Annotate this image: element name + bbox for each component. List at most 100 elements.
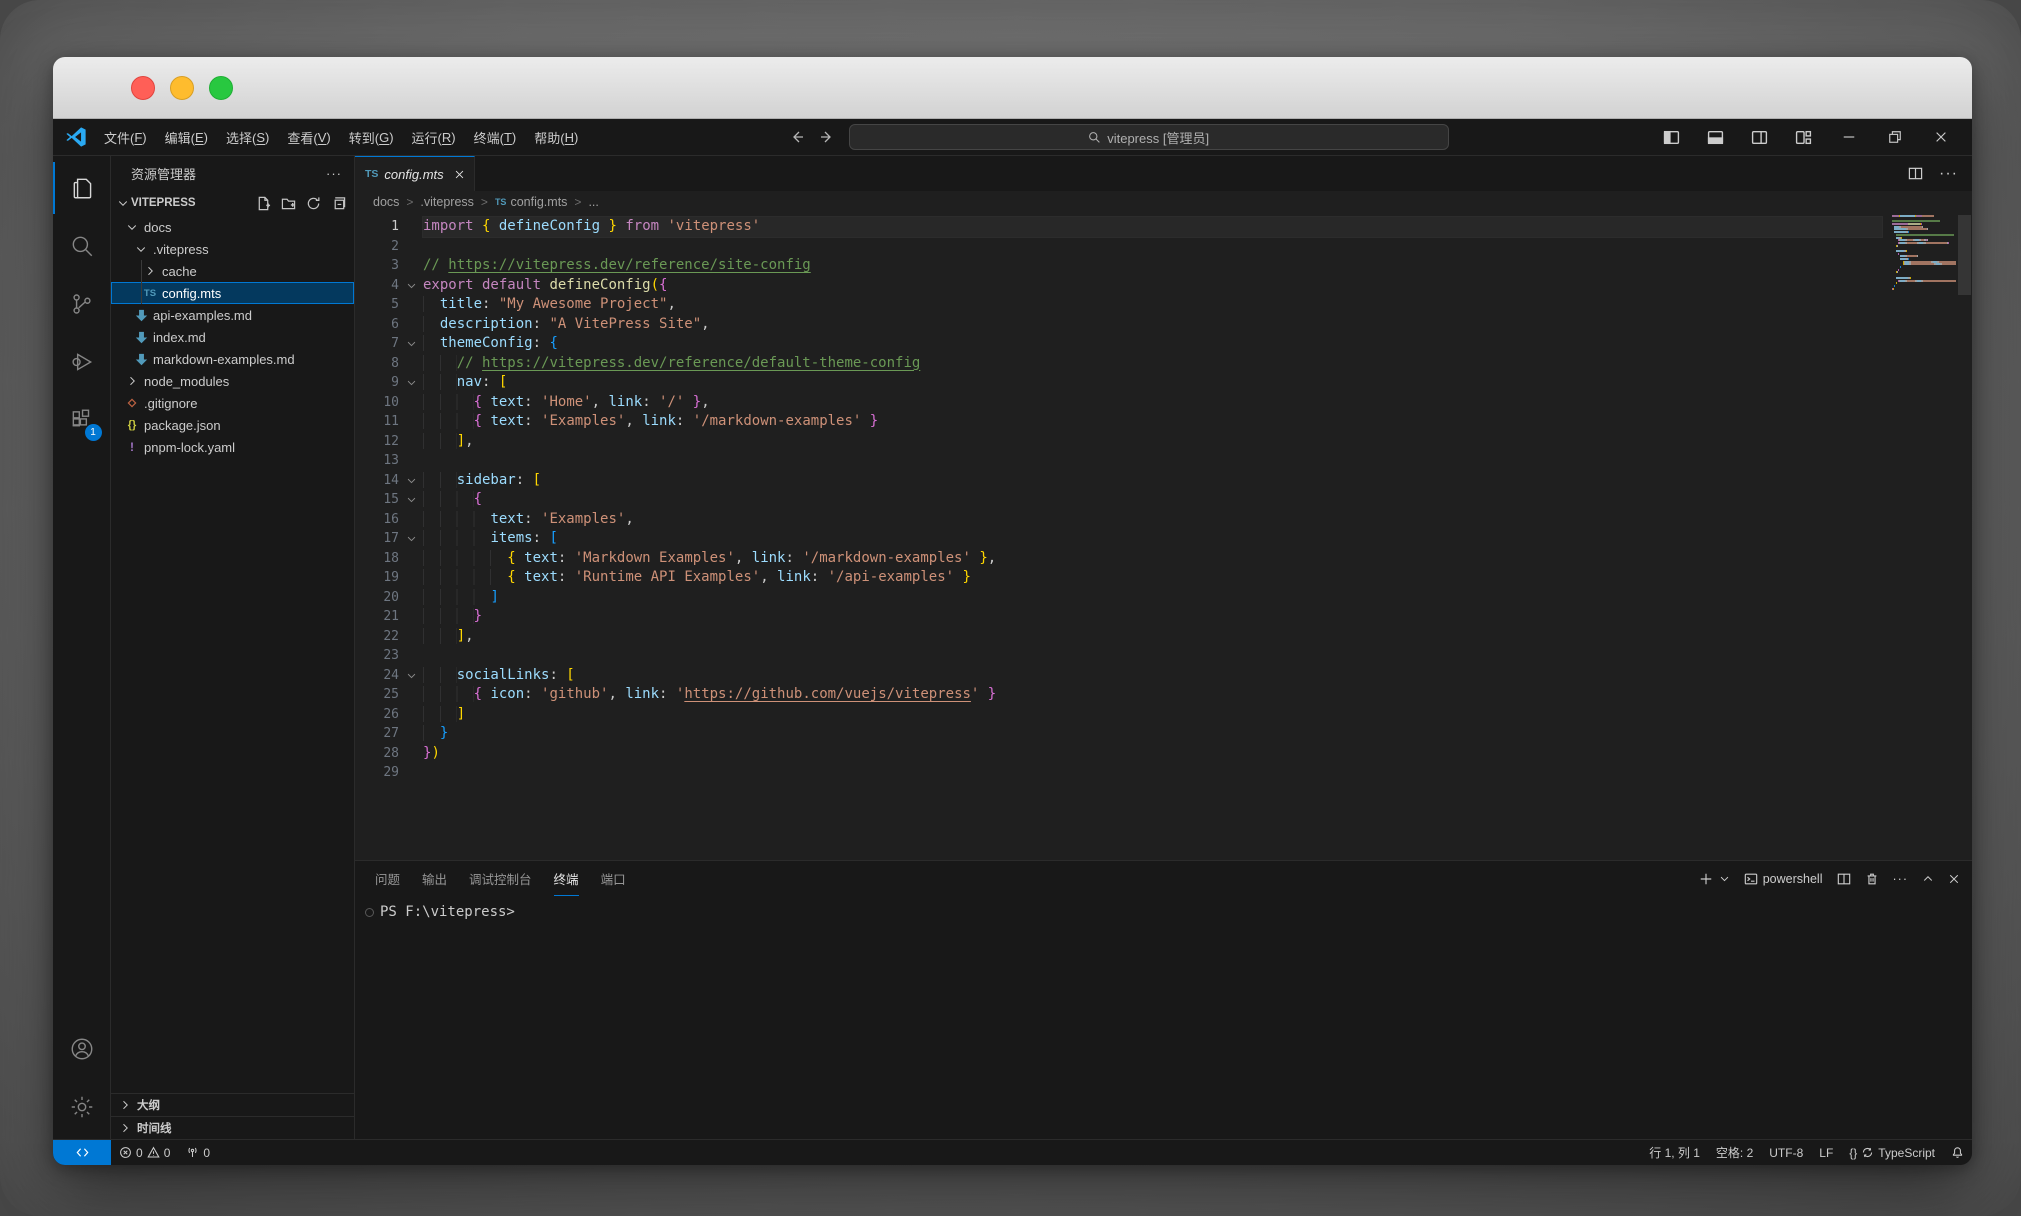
split-terminal-icon[interactable] — [1837, 872, 1851, 886]
line-number[interactable]: 20 — [355, 588, 399, 608]
tree-item-index-md[interactable]: index.md — [111, 326, 354, 348]
code-line-13[interactable]: 13 — [355, 451, 1882, 471]
breadcrumb-item[interactable]: TSconfig.mts — [495, 195, 567, 209]
problems-status[interactable]: 0 0 — [111, 1140, 178, 1165]
fold-spacer[interactable] — [399, 315, 423, 335]
line-number[interactable]: 3 — [355, 256, 399, 276]
code-line-20[interactable]: 20 ] — [355, 588, 1882, 608]
language-status[interactable]: {} TypeScript — [1841, 1140, 1943, 1165]
line-number[interactable]: 15 — [355, 490, 399, 510]
close-traffic-button[interactable] — [131, 76, 155, 100]
editor-scrollbar[interactable] — [1958, 215, 1971, 295]
code-line-10[interactable]: 10 { text: 'Home', link: '/' }, — [355, 393, 1882, 413]
forward-arrow-icon[interactable] — [819, 129, 835, 145]
tree-item-cache[interactable]: cache — [111, 260, 354, 282]
panel-tab-输出[interactable]: 输出 — [422, 861, 447, 896]
fold-spacer[interactable] — [399, 627, 423, 647]
menu-h[interactable]: 帮助(H) — [525, 119, 587, 155]
code-line-8[interactable]: 8 // https://vitepress.dev/reference/def… — [355, 354, 1882, 374]
fold-spacer[interactable] — [399, 607, 423, 627]
code-line-6[interactable]: 6 description: "A VitePress Site", — [355, 315, 1882, 335]
code-line-1[interactable]: 1import { defineConfig } from 'vitepress… — [355, 217, 1882, 237]
new-terminal-icon[interactable] — [1699, 872, 1713, 886]
breadcrumb-item[interactable]: .vitepress — [420, 195, 474, 209]
fold-chevron-icon[interactable] — [399, 334, 423, 354]
code-line-23[interactable]: 23 — [355, 646, 1882, 666]
close-panel-icon[interactable] — [1948, 873, 1960, 885]
panel-tab-问题[interactable]: 问题 — [375, 861, 400, 896]
fold-spacer[interactable] — [399, 295, 423, 315]
line-number[interactable]: 16 — [355, 510, 399, 530]
tab-config-mts[interactable]: TS config.mts — [355, 156, 475, 191]
fold-spacer[interactable] — [399, 705, 423, 725]
notifications-bell[interactable] — [1943, 1140, 1972, 1165]
line-number[interactable]: 21 — [355, 607, 399, 627]
fold-spacer[interactable] — [399, 217, 423, 237]
panel-tab-调试控制台[interactable]: 调试控制台 — [469, 861, 532, 896]
code-line-12[interactable]: 12 ], — [355, 432, 1882, 452]
fold-spacer[interactable] — [399, 646, 423, 666]
toggle-panel-icon[interactable] — [1694, 119, 1738, 156]
zoom-traffic-button[interactable] — [209, 76, 233, 100]
terminal-dropdown-icon[interactable] — [1719, 873, 1730, 884]
line-number[interactable]: 29 — [355, 763, 399, 783]
line-number[interactable]: 11 — [355, 412, 399, 432]
split-editor-icon[interactable] — [1908, 166, 1923, 181]
code-line-2[interactable]: 2 — [355, 237, 1882, 257]
menu-e[interactable]: 编辑(E) — [156, 119, 217, 155]
kill-terminal-icon[interactable] — [1865, 872, 1879, 886]
explorer-more-icon[interactable]: ··· — [326, 166, 342, 181]
breadcrumb-item[interactable]: docs — [373, 195, 399, 209]
code-line-27[interactable]: 27 } — [355, 724, 1882, 744]
powershell-terminal-item[interactable]: powershell — [1744, 872, 1823, 886]
tree-item-pnpm-lock-yaml[interactable]: !pnpm-lock.yaml — [111, 436, 354, 458]
fold-spacer[interactable] — [399, 451, 423, 471]
timeline-section[interactable]: 时间线 — [111, 1116, 354, 1139]
tree-item--gitignore[interactable]: .gitignore — [111, 392, 354, 414]
fold-spacer[interactable] — [399, 588, 423, 608]
code-line-9[interactable]: 9 nav: [ — [355, 373, 1882, 393]
line-number[interactable]: 14 — [355, 471, 399, 491]
code-line-29[interactable]: 29 — [355, 763, 1882, 783]
code-line-24[interactable]: 24 socialLinks: [ — [355, 666, 1882, 686]
fold-spacer[interactable] — [399, 744, 423, 764]
code-line-4[interactable]: 4export default defineConfig({ — [355, 276, 1882, 296]
code-line-28[interactable]: 28}) — [355, 744, 1882, 764]
panel-more-icon[interactable]: ··· — [1893, 872, 1909, 886]
line-number[interactable]: 12 — [355, 432, 399, 452]
ports-status[interactable]: 0 — [178, 1140, 218, 1165]
code-line-21[interactable]: 21 } — [355, 607, 1882, 627]
code-line-3[interactable]: 3// https://vitepress.dev/reference/site… — [355, 256, 1882, 276]
minimize-window-icon[interactable] — [1826, 119, 1872, 156]
restore-window-icon[interactable] — [1872, 119, 1918, 156]
cursor-position[interactable]: 行 1, 列 1 — [1641, 1140, 1708, 1165]
tree-item-docs[interactable]: docs — [111, 216, 354, 238]
fold-spacer[interactable] — [399, 412, 423, 432]
toggle-sidebar-icon[interactable] — [1650, 119, 1694, 156]
line-number[interactable]: 22 — [355, 627, 399, 647]
code-line-15[interactable]: 15 { — [355, 490, 1882, 510]
search-sidebar-icon[interactable] — [53, 220, 111, 272]
line-number[interactable]: 27 — [355, 724, 399, 744]
menu-g[interactable]: 转到(G) — [340, 119, 403, 155]
menu-s[interactable]: 选择(S) — [217, 119, 278, 155]
fold-spacer[interactable] — [399, 354, 423, 374]
fold-spacer[interactable] — [399, 568, 423, 588]
collapse-all-icon[interactable] — [331, 196, 346, 211]
line-number[interactable]: 1 — [355, 217, 399, 237]
fold-spacer[interactable] — [399, 510, 423, 530]
outline-section[interactable]: 大纲 — [111, 1093, 354, 1116]
run-debug-icon[interactable] — [53, 336, 111, 388]
line-number[interactable]: 23 — [355, 646, 399, 666]
line-number[interactable]: 7 — [355, 334, 399, 354]
line-number[interactable]: 6 — [355, 315, 399, 335]
fold-spacer[interactable] — [399, 685, 423, 705]
fold-chevron-icon[interactable] — [399, 490, 423, 510]
menu-r[interactable]: 运行(R) — [403, 119, 465, 155]
line-number[interactable]: 28 — [355, 744, 399, 764]
tree-item-node-modules[interactable]: node_modules — [111, 370, 354, 392]
line-number[interactable]: 4 — [355, 276, 399, 296]
line-number[interactable]: 5 — [355, 295, 399, 315]
code-line-19[interactable]: 19 { text: 'Runtime API Examples', link:… — [355, 568, 1882, 588]
account-icon[interactable] — [53, 1023, 111, 1075]
